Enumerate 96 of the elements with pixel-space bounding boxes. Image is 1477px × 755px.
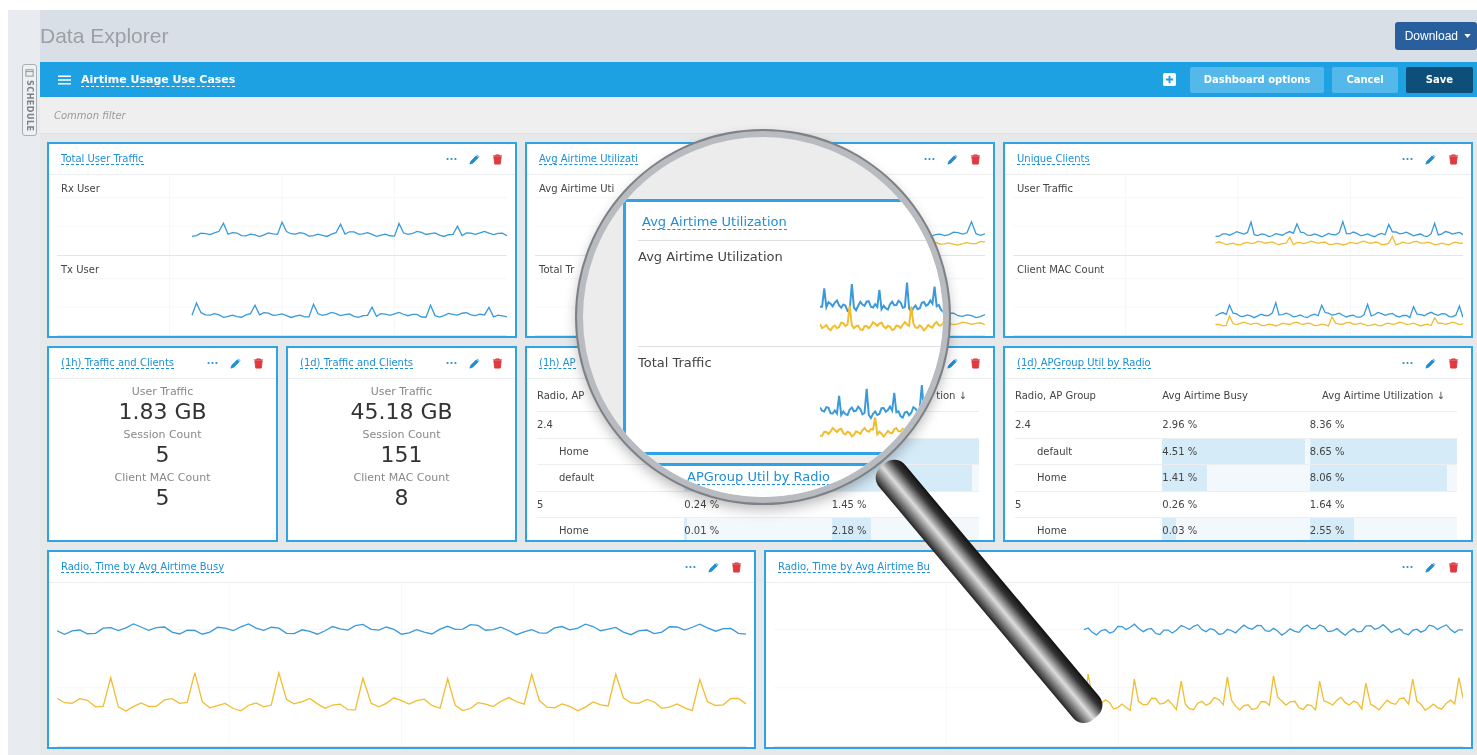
edit-icon[interactable] (947, 357, 958, 369)
widget-title[interactable]: Radio, Time by Avg Airtime Busy (61, 561, 225, 573)
column-header[interactable]: Radio, AP (537, 389, 585, 401)
stat-value: 5 (155, 484, 170, 512)
table-cell: 0.01 % (684, 525, 720, 537)
widget-title[interactable]: Unique Clients (1017, 153, 1090, 165)
more-icon[interactable] (685, 565, 696, 569)
toolbar-button[interactable]: Cancel (1332, 66, 1398, 93)
schedule-tab[interactable]: SCHEDULE (21, 64, 37, 136)
dashboard-title[interactable]: Airtime Usage Use Cases (81, 72, 236, 87)
stat-value: 1.83 GB (118, 398, 207, 426)
edit-icon[interactable] (1425, 153, 1436, 165)
stat-value: 8 (394, 484, 409, 512)
delete-icon[interactable] (970, 153, 981, 165)
edit-icon[interactable] (947, 153, 958, 165)
menu-icon[interactable] (58, 74, 71, 85)
more-icon[interactable] (1402, 361, 1413, 365)
edit-icon[interactable] (708, 561, 719, 573)
edit-icon[interactable] (1425, 357, 1436, 369)
column-header[interactable]: Avg Airtime Utilization ↓ (1322, 389, 1445, 401)
table-cell: Home (559, 525, 589, 537)
widget-title[interactable]: (1h) Traffic and Clients (61, 357, 175, 369)
magnified-panel-label: Total Traffic (638, 355, 713, 370)
stat-label: Client MAC Count (353, 471, 450, 484)
table-cell: default (559, 472, 595, 484)
download-button[interactable]: Download (1394, 22, 1477, 50)
table-cell: 0.24 % (684, 498, 720, 510)
more-icon[interactable] (446, 157, 457, 161)
table-cell: 2.4 (1015, 419, 1031, 431)
stat-label: Session Count (123, 428, 202, 441)
toolbar-button[interactable]: Save (1405, 66, 1473, 93)
table-cell: 0.26 % (1162, 498, 1198, 510)
toolbar-button[interactable]: Dashboard options (1189, 66, 1325, 93)
table-cell: 8.65 % (1309, 445, 1345, 457)
panel-label: Tx User (61, 263, 99, 275)
table-cell: default (1037, 445, 1073, 457)
magnified-panel-label: Avg Airtime Utilization (638, 249, 784, 264)
panel-label: Rx User (61, 183, 100, 194)
magnified-widget-title: APGroup Util by Radio (687, 469, 831, 485)
delete-icon[interactable] (253, 357, 264, 369)
column-header[interactable]: tion ↓ (936, 389, 967, 401)
panel-label: Client MAC Count (1017, 263, 1105, 275)
table-cell: Home (559, 445, 589, 457)
column-header[interactable]: Avg Airtime Busy (1162, 389, 1248, 401)
table-cell: 0.03 % (1162, 525, 1198, 537)
delete-icon[interactable] (492, 357, 503, 369)
page-title: Data Explorer (40, 24, 170, 48)
delete-icon[interactable] (731, 561, 742, 573)
table-cell: 1.45 % (831, 498, 867, 510)
calendar-icon (24, 68, 34, 77)
delete-icon[interactable] (1448, 561, 1459, 573)
table-cell: 4.51 % (1162, 445, 1198, 457)
more-icon[interactable] (924, 157, 935, 161)
delete-icon[interactable] (492, 153, 503, 165)
table-cell: 2.55 % (1309, 525, 1345, 537)
edit-icon[interactable] (469, 357, 480, 369)
table-cell: 5 (537, 498, 544, 510)
more-icon[interactable] (207, 361, 218, 365)
stat-value: 45.18 GB (350, 398, 453, 426)
stat-value: 151 (380, 441, 423, 469)
delete-icon[interactable] (1448, 153, 1459, 165)
table-cell: Home (1037, 525, 1067, 537)
delete-icon[interactable] (1448, 357, 1459, 369)
add-icon[interactable] (1162, 73, 1176, 86)
filter-field[interactable]: Common filter (54, 109, 126, 121)
stat-value: 5 (155, 441, 170, 469)
stat-label: Client MAC Count (114, 471, 211, 484)
table-cell: 2.96 % (1162, 419, 1198, 431)
magnified-widget-title: Avg Airtime Utilization (642, 214, 787, 230)
table-cell: Home (1037, 472, 1067, 484)
table-cell: 8.06 % (1309, 472, 1345, 484)
table-cell: 1.41 % (1162, 472, 1198, 484)
widget-title[interactable]: (1h) AP (539, 357, 576, 369)
stat-label: Session Count (362, 428, 441, 441)
widget-title[interactable]: (1d) APGroup Util by Radio (1017, 357, 1151, 369)
table-cell: 5 (1015, 498, 1022, 510)
edit-icon[interactable] (469, 153, 480, 165)
caret-icon (1464, 34, 1471, 38)
widget-title[interactable]: Total User Traffic (61, 153, 144, 165)
stat-label: User Traffic (370, 385, 433, 398)
column-header[interactable]: Radio, AP Group (1015, 389, 1096, 401)
more-icon[interactable] (1402, 565, 1413, 569)
widget-title[interactable]: Radio, Time by Avg Airtime Bu (778, 561, 930, 573)
more-icon[interactable] (446, 361, 457, 365)
widget-title[interactable]: (1d) Traffic and Clients (300, 357, 414, 369)
edit-icon[interactable] (1425, 561, 1436, 573)
panel-label: Total Tr (539, 263, 575, 275)
more-icon[interactable] (1402, 157, 1413, 161)
table-cell: 8.36 % (1309, 419, 1345, 431)
stat-label: User Traffic (131, 385, 194, 398)
table-cell: 2.4 (537, 419, 553, 431)
panel-label: User Traffic (1017, 183, 1073, 194)
table-cell: 2.18 % (831, 525, 867, 537)
delete-icon[interactable] (970, 357, 981, 369)
edit-icon[interactable] (230, 357, 241, 369)
table-cell: 1.64 % (1309, 498, 1345, 510)
